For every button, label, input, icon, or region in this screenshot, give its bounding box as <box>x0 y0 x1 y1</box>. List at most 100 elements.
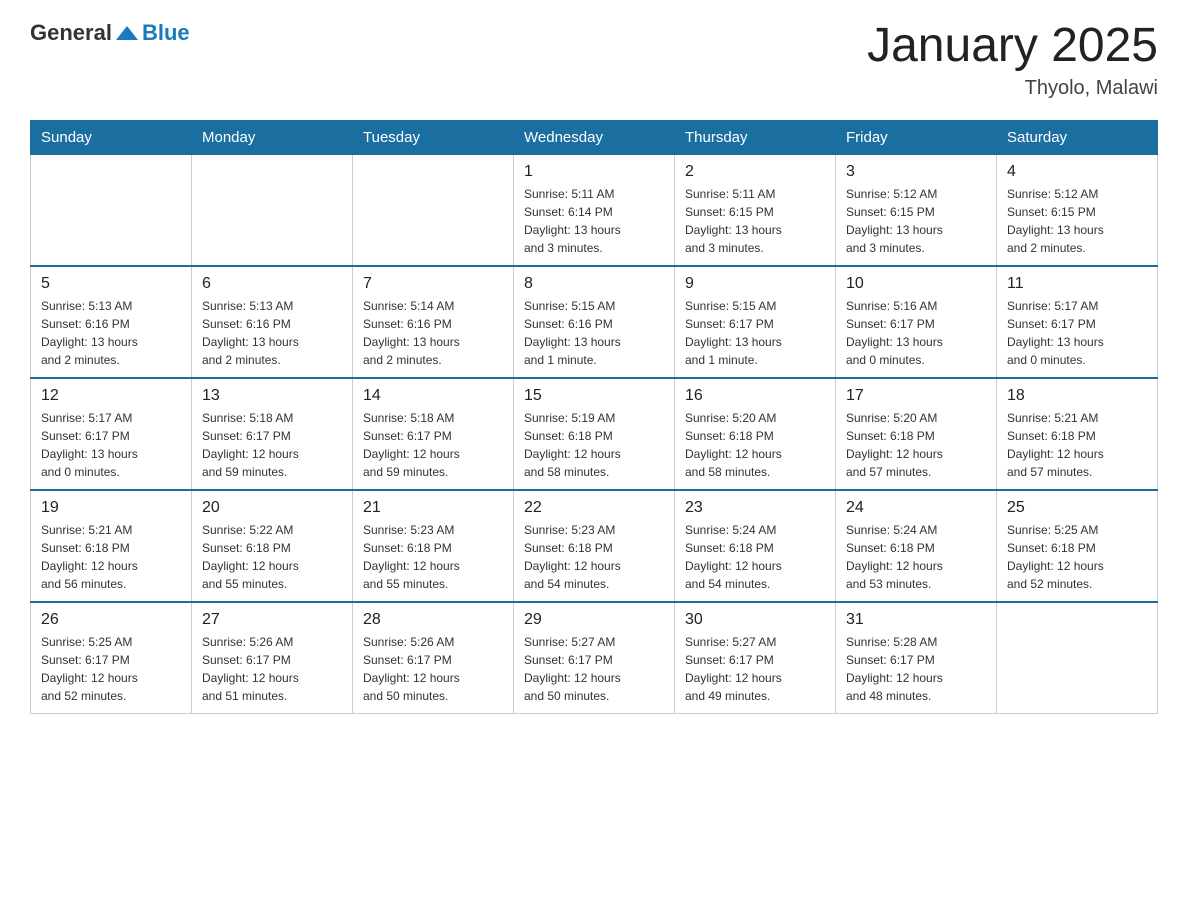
day-number: 17 <box>846 387 986 405</box>
calendar-cell: 8 Sunrise: 5:15 AM Sunset: 6:16 PM Daylig… <box>514 266 675 378</box>
day-info: Sunrise: 5:15 AM Sunset: 6:17 PM Dayligh… <box>685 297 825 369</box>
day-info: Sunrise: 5:12 AM Sunset: 6:15 PM Dayligh… <box>1007 185 1147 257</box>
day-number: 18 <box>1007 387 1147 405</box>
day-number: 28 <box>363 611 503 629</box>
day-number: 31 <box>846 611 986 629</box>
calendar-cell: 26 Sunrise: 5:25 AM Sunset: 6:17 PM Dayli… <box>31 602 192 714</box>
day-info: Sunrise: 5:26 AM Sunset: 6:17 PM Dayligh… <box>363 633 503 705</box>
calendar-cell <box>31 154 192 266</box>
logo-blue: Blue <box>142 20 190 46</box>
day-number: 8 <box>524 275 664 293</box>
day-number: 1 <box>524 163 664 181</box>
day-info: Sunrise: 5:11 AM Sunset: 6:15 PM Dayligh… <box>685 185 825 257</box>
col-header-saturday: Saturday <box>997 120 1158 154</box>
day-info: Sunrise: 5:17 AM Sunset: 6:17 PM Dayligh… <box>41 409 181 481</box>
calendar-cell: 5 Sunrise: 5:13 AM Sunset: 6:16 PM Daylig… <box>31 266 192 378</box>
day-info: Sunrise: 5:21 AM Sunset: 6:18 PM Dayligh… <box>41 521 181 593</box>
day-number: 23 <box>685 499 825 517</box>
page-header: General Blue January 2025 Thyolo, Malawi <box>30 20 1158 100</box>
col-header-tuesday: Tuesday <box>353 120 514 154</box>
day-number: 10 <box>846 275 986 293</box>
day-info: Sunrise: 5:18 AM Sunset: 6:17 PM Dayligh… <box>363 409 503 481</box>
day-number: 9 <box>685 275 825 293</box>
day-number: 4 <box>1007 163 1147 181</box>
calendar-cell: 12 Sunrise: 5:17 AM Sunset: 6:17 PM Dayli… <box>31 378 192 490</box>
day-info: Sunrise: 5:23 AM Sunset: 6:18 PM Dayligh… <box>363 521 503 593</box>
calendar-cell: 22Sunrise: 5:23 AM Sunset: 6:18 PM Dayli… <box>514 490 675 602</box>
day-info: Sunrise: 5:20 AM Sunset: 6:18 PM Dayligh… <box>846 409 986 481</box>
calendar-cell <box>997 602 1158 714</box>
calendar-title: January 2025 <box>867 20 1158 73</box>
col-header-wednesday: Wednesday <box>514 120 675 154</box>
col-header-monday: Monday <box>192 120 353 154</box>
calendar-cell: 27Sunrise: 5:26 AM Sunset: 6:17 PM Dayli… <box>192 602 353 714</box>
calendar-cell: 15 Sunrise: 5:19 AM Sunset: 6:18 PM Dayli… <box>514 378 675 490</box>
calendar-cell: 28 Sunrise: 5:26 AM Sunset: 6:17 PM Dayli… <box>353 602 514 714</box>
day-info: Sunrise: 5:22 AM Sunset: 6:18 PM Dayligh… <box>202 521 342 593</box>
day-info: Sunrise: 5:25 AM Sunset: 6:18 PM Dayligh… <box>1007 521 1147 593</box>
day-number: 5 <box>41 275 181 293</box>
calendar-cell: 16 Sunrise: 5:20 AM Sunset: 6:18 PM Dayli… <box>675 378 836 490</box>
col-header-friday: Friday <box>836 120 997 154</box>
calendar-cell: 14 Sunrise: 5:18 AM Sunset: 6:17 PM Dayli… <box>353 378 514 490</box>
day-number: 22 <box>524 499 664 517</box>
calendar-cell: 17 Sunrise: 5:20 AM Sunset: 6:18 PM Dayli… <box>836 378 997 490</box>
day-number: 14 <box>363 387 503 405</box>
day-number: 25 <box>1007 499 1147 517</box>
calendar-cell <box>192 154 353 266</box>
day-number: 26 <box>41 611 181 629</box>
day-info: Sunrise: 5:12 AM Sunset: 6:15 PM Dayligh… <box>846 185 986 257</box>
calendar-cell <box>353 154 514 266</box>
day-number: 13 <box>202 387 342 405</box>
calendar-cell: 9 Sunrise: 5:15 AM Sunset: 6:17 PM Daylig… <box>675 266 836 378</box>
day-number: 21 <box>363 499 503 517</box>
day-info: Sunrise: 5:28 AM Sunset: 6:17 PM Dayligh… <box>846 633 986 705</box>
calendar-cell: 3 Sunrise: 5:12 AM Sunset: 6:15 PM Daylig… <box>836 154 997 266</box>
day-number: 11 <box>1007 275 1147 293</box>
calendar-cell: 4 Sunrise: 5:12 AM Sunset: 6:15 PM Daylig… <box>997 154 1158 266</box>
calendar-cell: 7Sunrise: 5:14 AM Sunset: 6:16 PM Daylig… <box>353 266 514 378</box>
calendar-table: SundayMondayTuesdayWednesdayThursdayFrid… <box>30 120 1158 714</box>
day-number: 12 <box>41 387 181 405</box>
calendar-cell: 10 Sunrise: 5:16 AM Sunset: 6:17 PM Dayli… <box>836 266 997 378</box>
day-info: Sunrise: 5:11 AM Sunset: 6:14 PM Dayligh… <box>524 185 664 257</box>
day-info: Sunrise: 5:13 AM Sunset: 6:16 PM Dayligh… <box>41 297 181 369</box>
day-number: 15 <box>524 387 664 405</box>
calendar-cell: 29Sunrise: 5:27 AM Sunset: 6:17 PM Dayli… <box>514 602 675 714</box>
calendar-cell: 25 Sunrise: 5:25 AM Sunset: 6:18 PM Dayli… <box>997 490 1158 602</box>
day-info: Sunrise: 5:27 AM Sunset: 6:17 PM Dayligh… <box>685 633 825 705</box>
logo: General Blue <box>30 20 190 46</box>
calendar-cell: 19 Sunrise: 5:21 AM Sunset: 6:18 PM Dayli… <box>31 490 192 602</box>
day-number: 3 <box>846 163 986 181</box>
logo-general: General <box>30 20 112 46</box>
day-number: 7 <box>363 275 503 293</box>
day-info: Sunrise: 5:13 AM Sunset: 6:16 PM Dayligh… <box>202 297 342 369</box>
calendar-cell: 31 Sunrise: 5:28 AM Sunset: 6:17 PM Dayli… <box>836 602 997 714</box>
day-info: Sunrise: 5:24 AM Sunset: 6:18 PM Dayligh… <box>685 521 825 593</box>
day-info: Sunrise: 5:25 AM Sunset: 6:17 PM Dayligh… <box>41 633 181 705</box>
day-info: Sunrise: 5:19 AM Sunset: 6:18 PM Dayligh… <box>524 409 664 481</box>
day-number: 27 <box>202 611 342 629</box>
day-info: Sunrise: 5:15 AM Sunset: 6:16 PM Dayligh… <box>524 297 664 369</box>
day-info: Sunrise: 5:21 AM Sunset: 6:18 PM Dayligh… <box>1007 409 1147 481</box>
calendar-cell: 20 Sunrise: 5:22 AM Sunset: 6:18 PM Dayli… <box>192 490 353 602</box>
day-number: 6 <box>202 275 342 293</box>
calendar-cell: 21 Sunrise: 5:23 AM Sunset: 6:18 PM Dayli… <box>353 490 514 602</box>
day-info: Sunrise: 5:16 AM Sunset: 6:17 PM Dayligh… <box>846 297 986 369</box>
col-header-sunday: Sunday <box>31 120 192 154</box>
day-info: Sunrise: 5:27 AM Sunset: 6:17 PM Dayligh… <box>524 633 664 705</box>
calendar-cell: 13 Sunrise: 5:18 AM Sunset: 6:17 PM Dayli… <box>192 378 353 490</box>
day-info: Sunrise: 5:18 AM Sunset: 6:17 PM Dayligh… <box>202 409 342 481</box>
day-info: Sunrise: 5:24 AM Sunset: 6:18 PM Dayligh… <box>846 521 986 593</box>
title-section: January 2025 Thyolo, Malawi <box>867 20 1158 100</box>
col-header-thursday: Thursday <box>675 120 836 154</box>
day-number: 20 <box>202 499 342 517</box>
day-number: 16 <box>685 387 825 405</box>
day-info: Sunrise: 5:17 AM Sunset: 6:17 PM Dayligh… <box>1007 297 1147 369</box>
calendar-cell: 11 Sunrise: 5:17 AM Sunset: 6:17 PM Dayli… <box>997 266 1158 378</box>
day-number: 2 <box>685 163 825 181</box>
day-info: Sunrise: 5:20 AM Sunset: 6:18 PM Dayligh… <box>685 409 825 481</box>
day-number: 19 <box>41 499 181 517</box>
calendar-cell: 24Sunrise: 5:24 AM Sunset: 6:18 PM Dayli… <box>836 490 997 602</box>
calendar-cell: 18 Sunrise: 5:21 AM Sunset: 6:18 PM Dayli… <box>997 378 1158 490</box>
